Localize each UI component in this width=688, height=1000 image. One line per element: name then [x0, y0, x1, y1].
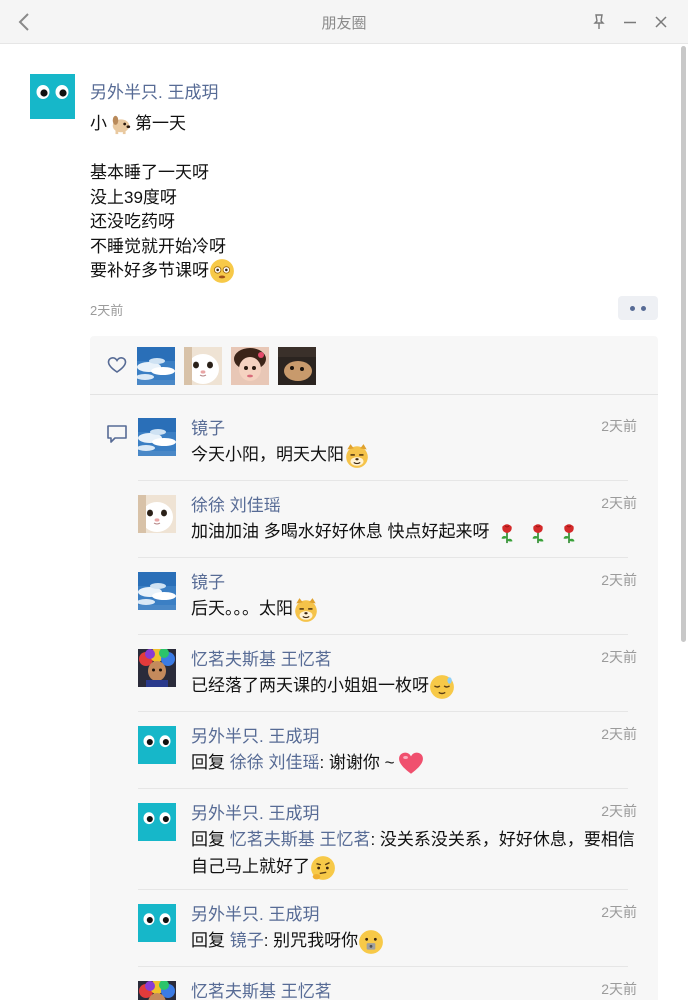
post-line-text: 没上39度呀	[90, 187, 177, 207]
title-bar: 朋友圈	[0, 0, 688, 44]
comment-text: 回复 忆茗夫斯基 王忆茗: 没关系没关系，好好休息，要相信自己马上就好了	[191, 826, 636, 881]
post-author-name[interactable]: 另外半只. 王成玥	[90, 78, 218, 103]
comment-time: 2天前	[601, 981, 637, 997]
zipper-mouth-emoji-icon	[358, 929, 384, 955]
reply-prefix: 回复	[191, 931, 225, 950]
post-line: 不睡觉就开始冷呀	[90, 235, 235, 260]
comment-bubble-icon	[107, 425, 127, 443]
post-time: 2天前	[90, 303, 124, 318]
comment-divider	[138, 889, 628, 890]
comment-text: 今天小阳，明天大阳	[191, 441, 636, 469]
comment-time: 2天前	[601, 572, 637, 588]
comment-avatar[interactable]	[138, 418, 176, 456]
like-avatar[interactable]	[137, 347, 175, 385]
rose-emoji-icon	[527, 520, 549, 546]
comment-text: 已经落了两天课的小姐姐一枚呀	[191, 672, 636, 700]
post-line: 小 第一天	[90, 112, 235, 137]
comment-avatar[interactable]	[138, 649, 176, 687]
like-avatar[interactable]	[278, 347, 316, 385]
post-line-text: 不睡觉就开始冷呀	[90, 236, 226, 256]
post-line-text: 要补好多节课呀	[90, 261, 209, 280]
reply-prefix: 回复	[191, 830, 225, 849]
comment-avatar[interactable]	[138, 803, 176, 841]
dizzy-emoji-icon	[209, 258, 235, 284]
comment-author[interactable]: 另外半只. 王成玥	[191, 900, 319, 925]
comment-text: 加油加油 多喝水好好休息 快点好起来呀	[191, 518, 636, 546]
puppy-emoji-icon	[110, 113, 132, 135]
pin-icon[interactable]	[590, 13, 608, 31]
comment-time: 2天前	[601, 649, 637, 665]
comment-author[interactable]: 忆茗夫斯基 王忆茗	[191, 977, 332, 1000]
comment-text: 回复 徐徐 刘佳瑶: 谢谢你 ~	[191, 749, 636, 777]
comment-text-body: 今天小阳，明天大阳	[191, 445, 344, 464]
heart-outline-icon	[107, 356, 127, 373]
sleepy-emoji-icon	[429, 674, 455, 700]
window-title: 朋友圈	[321, 15, 367, 32]
more-options-button[interactable]	[618, 296, 658, 320]
comment-text: 后天。。。太阳	[191, 595, 636, 623]
minimize-icon[interactable]	[621, 13, 639, 31]
comment-divider	[138, 966, 628, 967]
scrollbar-thumb[interactable]	[681, 46, 686, 642]
post-line: 没上39度呀	[90, 186, 235, 211]
reply-prefix: 回复	[191, 753, 225, 772]
more-dots-icon	[630, 306, 635, 311]
comment-avatar[interactable]	[138, 904, 176, 942]
like-avatar[interactable]	[231, 347, 269, 385]
comment-author[interactable]: 另外半只. 王成玥	[191, 722, 319, 747]
comment-text-body: 已经落了两天课的小姐姐一枚呀	[191, 676, 429, 695]
author-avatar[interactable]	[30, 74, 75, 119]
comment-text-body: 加油加油 多喝水好好休息 快点好起来呀	[191, 522, 490, 541]
close-icon[interactable]	[652, 13, 670, 31]
comment-time: 2天前	[601, 726, 637, 742]
heart-emoji-icon	[397, 751, 425, 777]
comment-time: 2天前	[601, 495, 637, 511]
comment-author[interactable]: 镜子	[191, 414, 225, 439]
panel-divider	[90, 394, 658, 395]
doge-emoji-icon	[344, 443, 370, 469]
more-dots-icon	[641, 306, 646, 311]
reply-target-name[interactable]: 忆茗夫斯基 王忆茗	[230, 830, 371, 849]
post-line-text: 基本睡了一天呀	[90, 163, 209, 182]
comment-author[interactable]: 镜子	[191, 568, 225, 593]
comment-time: 2天前	[601, 418, 637, 434]
comment-divider	[138, 788, 628, 789]
rose-emoji-icon	[496, 520, 518, 546]
comment-time: 2天前	[601, 904, 637, 920]
post-line-text: 小	[90, 114, 107, 133]
comment-divider	[138, 711, 628, 712]
comment-text-body: : 别咒我呀你	[263, 931, 359, 950]
reply-target-name[interactable]: 镜子	[230, 931, 264, 950]
comment-divider	[138, 634, 628, 635]
doge-emoji-icon	[293, 597, 319, 623]
comment-text: 回复 镜子: 别咒我呀你	[191, 927, 636, 955]
like-avatar[interactable]	[184, 347, 222, 385]
comment-author[interactable]: 另外半只. 王成玥	[191, 799, 319, 824]
comment-avatar[interactable]	[138, 981, 176, 1000]
comment-avatar[interactable]	[138, 495, 176, 533]
post-line: 要补好多节课呀	[90, 259, 235, 284]
comment-avatar[interactable]	[138, 572, 176, 610]
post-content: 小 第一天 基本睡了一天呀 没上39度呀 还没吃药呀 不睡觉就开始冷呀 要补好多…	[90, 112, 235, 284]
comment-avatar[interactable]	[138, 726, 176, 764]
comment-text-body: 后天。。。太阳	[191, 599, 293, 618]
comment-text-body: : 谢谢你 ~	[319, 753, 395, 772]
post-line-text: 还没吃药呀	[90, 212, 175, 231]
post-line: 基本睡了一天呀	[90, 161, 235, 186]
comment-time: 2天前	[601, 803, 637, 819]
thinking-emoji-icon	[310, 855, 336, 881]
post-line: 还没吃药呀	[90, 210, 235, 235]
comment-author[interactable]: 徐徐 刘佳瑶	[191, 491, 281, 516]
reply-target-name[interactable]: 徐徐 刘佳瑶	[230, 753, 320, 772]
comment-author[interactable]: 忆茗夫斯基 王忆茗	[191, 645, 332, 670]
comment-divider	[138, 480, 628, 481]
post-line-text: 第一天	[135, 114, 186, 133]
comment-divider	[138, 557, 628, 558]
rose-emoji-icon	[558, 520, 580, 546]
